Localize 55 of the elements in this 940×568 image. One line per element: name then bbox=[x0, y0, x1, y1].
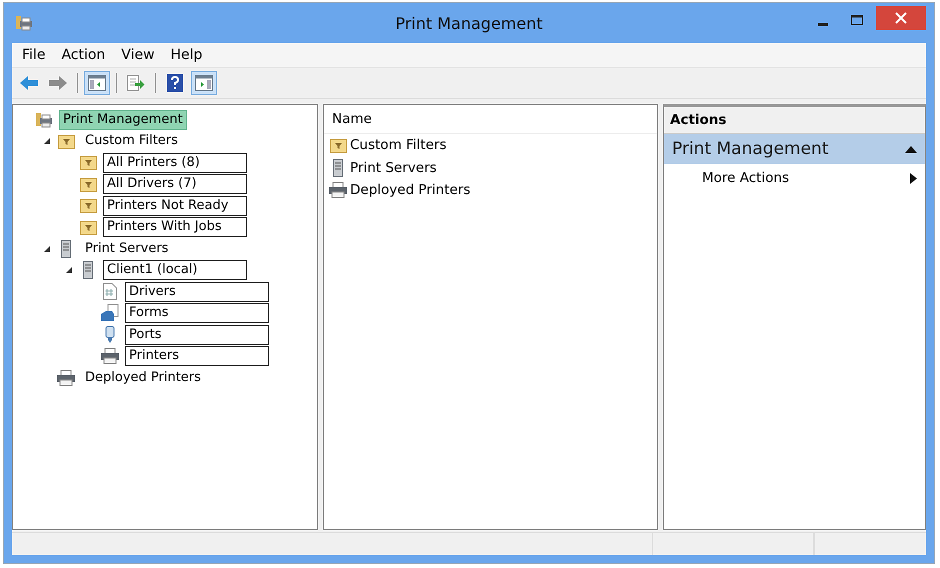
filter-folder-icon bbox=[80, 155, 96, 170]
column-header[interactable]: Name bbox=[332, 111, 372, 127]
pane-icon bbox=[88, 75, 106, 91]
close-icon bbox=[895, 12, 907, 24]
server-icon bbox=[333, 158, 343, 177]
tree-item[interactable]: All Drivers (7) bbox=[103, 174, 247, 194]
back-arrow-icon[interactable] bbox=[19, 75, 39, 91]
printer-icon bbox=[56, 370, 76, 386]
forward-arrow-icon[interactable] bbox=[48, 75, 68, 91]
tree-item[interactable]: Forms bbox=[125, 303, 269, 324]
server-icon bbox=[61, 240, 71, 258]
filter-folder-icon bbox=[80, 176, 96, 192]
menu-item[interactable]: View bbox=[121, 47, 155, 63]
menu-item[interactable]: Help bbox=[170, 47, 202, 63]
list-item[interactable]: Deployed Printers bbox=[350, 182, 470, 198]
tree-item[interactable]: Drivers bbox=[125, 282, 269, 302]
filter-folder-icon bbox=[58, 134, 74, 149]
tree-item[interactable]: Ports bbox=[125, 324, 269, 345]
toolbar-button[interactable] bbox=[191, 71, 217, 95]
tree-item[interactable]: Custom Filters bbox=[81, 131, 182, 152]
server-icon bbox=[83, 261, 93, 280]
tree-item[interactable]: Printers bbox=[125, 346, 269, 366]
expanded-arrow-icon[interactable] bbox=[43, 137, 51, 146]
close-button[interactable] bbox=[876, 6, 926, 30]
tree-item[interactable]: Client1 (local) bbox=[103, 260, 247, 280]
filter-folder-icon bbox=[80, 198, 96, 214]
tree-item[interactable]: Print Management bbox=[59, 110, 187, 130]
printer-icon bbox=[328, 182, 348, 198]
menu-item[interactable]: Action bbox=[61, 47, 106, 63]
filter-folder-icon bbox=[330, 138, 346, 153]
tree-item[interactable]: Printers Not Ready bbox=[103, 196, 247, 216]
window-title: Print Management bbox=[394, 14, 544, 32]
pane-icon bbox=[195, 75, 213, 91]
filter-folder-icon bbox=[80, 220, 96, 235]
export-list-icon bbox=[127, 75, 145, 91]
list-item[interactable]: Custom Filters bbox=[350, 137, 446, 154]
action-item[interactable]: More Actions bbox=[664, 164, 925, 192]
actions-header: Actions bbox=[664, 107, 925, 134]
menu-item[interactable]: File bbox=[22, 47, 46, 63]
help-icon bbox=[167, 74, 183, 92]
expanded-arrow-icon[interactable] bbox=[43, 244, 51, 253]
document-icon bbox=[103, 283, 117, 300]
printer-console-icon bbox=[35, 112, 53, 128]
tree-item[interactable]: All Printers (8) bbox=[103, 152, 247, 173]
printer-icon bbox=[100, 348, 120, 364]
tree-item[interactable]: Deployed Printers bbox=[81, 368, 205, 388]
action-section-header[interactable]: Print Management bbox=[664, 134, 925, 164]
list-item[interactable]: Print Servers bbox=[350, 160, 437, 176]
plug-icon bbox=[105, 326, 115, 344]
forms-icon bbox=[100, 304, 120, 322]
toolbar-button[interactable] bbox=[84, 71, 110, 95]
printer-console-icon bbox=[15, 15, 33, 31]
expanded-arrow-icon[interactable] bbox=[65, 266, 73, 274]
tree-item[interactable]: Print Servers bbox=[81, 238, 172, 259]
tree-item[interactable]: Printers With Jobs bbox=[103, 217, 247, 238]
